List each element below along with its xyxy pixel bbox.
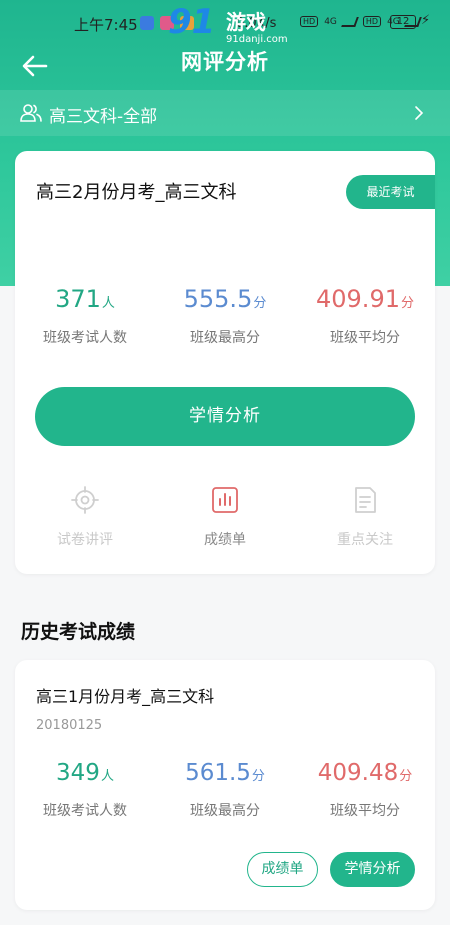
watermark-text: 游戏 bbox=[226, 10, 266, 34]
hd-icon: HD bbox=[300, 16, 319, 27]
stat-label: 班级考试人数 bbox=[43, 803, 127, 819]
stat-average: 409.48分 班级平均分 bbox=[295, 760, 435, 820]
learning-analysis-button[interactable]: 学情分析 bbox=[35, 387, 415, 446]
tool-label: 重点关注 bbox=[337, 532, 393, 548]
stat-label: 班级平均分 bbox=[330, 803, 400, 819]
report-card-button[interactable]: 成绩单 bbox=[247, 852, 318, 887]
stat-unit: 分 bbox=[253, 296, 267, 311]
battery-icon: 12 bbox=[390, 15, 416, 29]
history-section-title: 历史考试成绩 bbox=[21, 621, 136, 643]
history-exam-card: 高三1月份月考_高三文科 20180125 349人 班级考试人数 561.5分… bbox=[15, 660, 435, 910]
tool-key-focus[interactable]: 重点关注 bbox=[315, 485, 415, 549]
stat-participants: 371人 班级考试人数 bbox=[15, 285, 155, 347]
stat-value: 561.5 bbox=[185, 760, 251, 786]
app-notification-icon bbox=[140, 16, 154, 30]
hd-icon: HD bbox=[362, 16, 382, 27]
signal-icon bbox=[341, 16, 359, 27]
back-arrow-icon[interactable] bbox=[20, 52, 50, 80]
charging-icon: ⚡ bbox=[421, 13, 431, 28]
history-exam-date: 20180125 bbox=[36, 718, 103, 733]
watermark-url: 91danji.com bbox=[226, 34, 288, 45]
class-selector-label: 高三文科-全部 bbox=[49, 107, 158, 127]
tool-label: 成绩单 bbox=[204, 532, 246, 548]
stat-label: 班级最高分 bbox=[190, 330, 260, 346]
watermark-logo: 91 bbox=[168, 2, 216, 42]
stat-unit: 人 bbox=[101, 296, 115, 311]
stat-highest: 555.5分 班级最高分 bbox=[155, 285, 295, 347]
stat-unit: 分 bbox=[399, 769, 413, 784]
exam-title: 高三2月份月考_高三文科 bbox=[36, 182, 237, 203]
page-title: 网评分析 bbox=[181, 50, 269, 74]
users-icon bbox=[20, 104, 42, 122]
stat-value: 371 bbox=[55, 285, 101, 313]
current-exam-card: 高三2月份月考_高三文科 最近考试 371人 班级考试人数 555.5分 班级最… bbox=[15, 151, 435, 574]
stat-label: 班级最高分 bbox=[190, 803, 260, 819]
tool-label: 试卷讲评 bbox=[57, 532, 113, 548]
stat-unit: 人 bbox=[100, 769, 114, 784]
status-time: 上午7:45 bbox=[74, 16, 138, 34]
tool-paper-review[interactable]: 试卷讲评 bbox=[35, 485, 135, 549]
history-exam-title: 高三1月份月考_高三文科 bbox=[36, 687, 215, 706]
class-selector[interactable]: 高三文科-全部 bbox=[0, 90, 450, 136]
stat-highest: 561.5分 班级最高分 bbox=[155, 760, 295, 820]
stat-value: 409.48 bbox=[317, 760, 399, 786]
bar-chart-icon bbox=[212, 487, 238, 513]
stat-unit: 分 bbox=[251, 769, 265, 784]
chevron-right-icon bbox=[415, 106, 424, 120]
stat-participants: 349人 班级考试人数 bbox=[15, 760, 155, 820]
target-icon bbox=[71, 486, 99, 514]
stat-unit: 分 bbox=[400, 296, 414, 311]
recent-exam-tag: 最近考试 bbox=[346, 175, 435, 209]
stat-average: 409.91分 班级平均分 bbox=[295, 285, 435, 347]
tool-report-card[interactable]: 成绩单 bbox=[175, 485, 275, 549]
network-type: 4G bbox=[324, 16, 337, 27]
site-watermark: 91 游戏 91danji.com bbox=[168, 2, 298, 52]
stat-value: 409.91 bbox=[316, 285, 400, 313]
document-icon bbox=[355, 487, 376, 513]
stat-label: 班级考试人数 bbox=[43, 330, 127, 346]
stat-label: 班级平均分 bbox=[330, 330, 400, 346]
stat-value: 349 bbox=[56, 760, 100, 786]
learning-analysis-button[interactable]: 学情分析 bbox=[330, 852, 415, 887]
stat-value: 555.5 bbox=[183, 285, 253, 313]
